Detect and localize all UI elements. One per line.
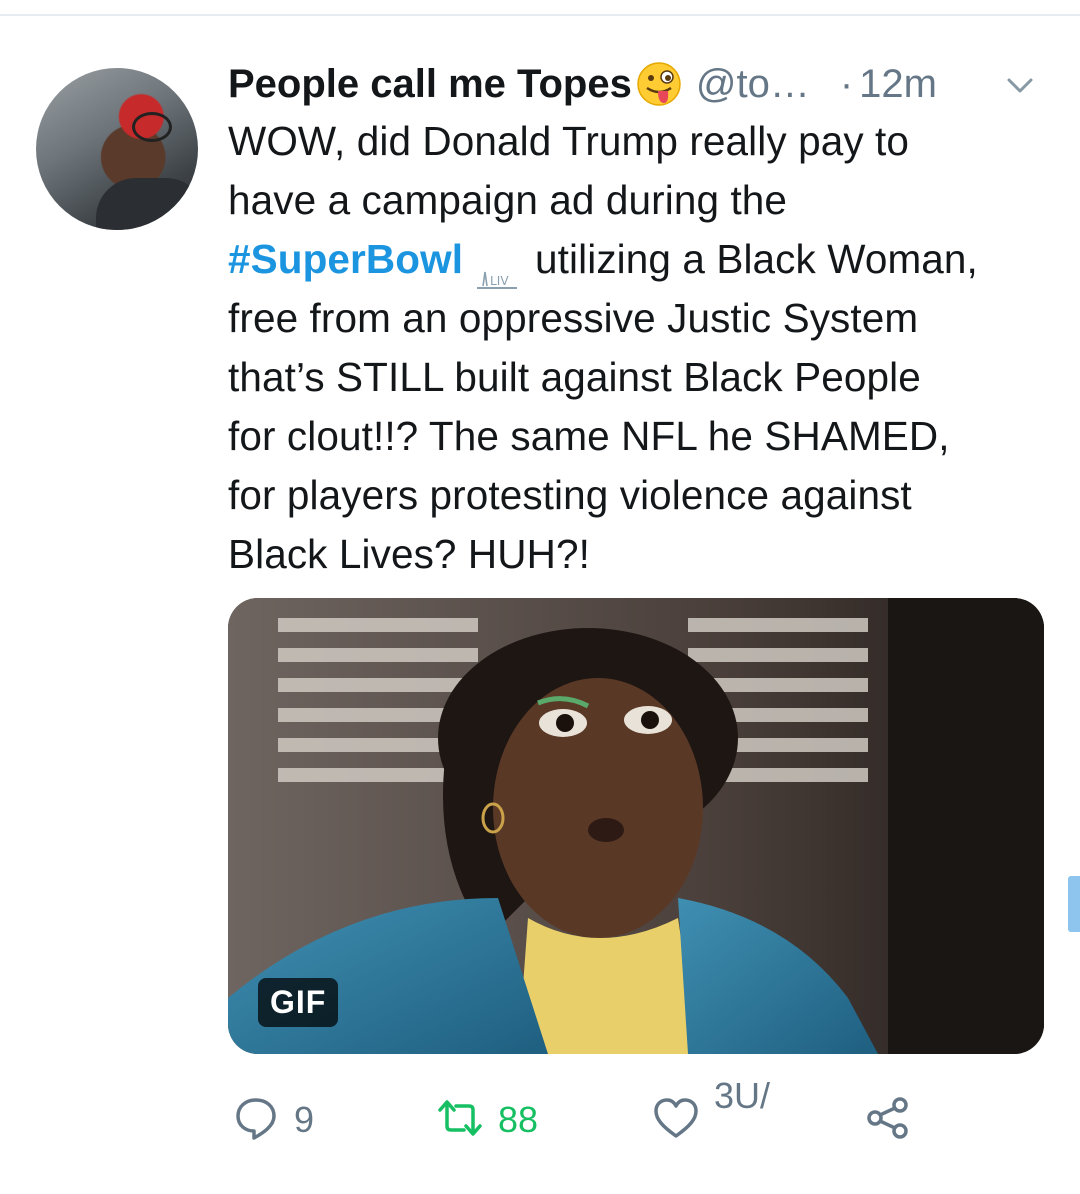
retweet-icon [436,1094,484,1147]
reply-button[interactable]: 9 [232,1080,314,1160]
tweet-text-line: for players protesting violence against [228,472,912,518]
scrollbar[interactable] [1068,876,1080,932]
super-bowl-logo-icon: LIV [473,249,521,290]
reply-icon [232,1094,280,1147]
tweet-text-fragment: utilizing a Black Woman, [535,236,978,282]
hashtag-link[interactable]: #SuperBowl [228,236,463,282]
avatar[interactable] [36,68,198,230]
tweet-timestamp[interactable]: 12m [859,62,937,107]
share-icon [864,1094,912,1147]
separator-dot: · [839,61,854,106]
like-icon [652,1094,700,1147]
super-bowl-logo-text: LIV [490,274,509,288]
gif-badge: GIF [258,978,339,1027]
retweet-button[interactable]: 88 [436,1080,538,1160]
tweet-text-line: for clout!!? The same NFL he SHAMED, [228,413,950,459]
zany-face-emoji-icon [636,61,682,107]
display-name[interactable]: People call me Topes [228,62,632,107]
tweet-actions: 9 88 3U/ [228,1075,1058,1160]
like-count: 3U/ [714,1075,771,1116]
tweet-text-line: that’s STILL built against Black People [228,354,921,400]
chevron-down-icon[interactable] [1002,68,1038,104]
user-handle[interactable]: @to… [696,62,810,107]
reply-count: 9 [294,1099,315,1140]
gif-media[interactable]: GIF [228,598,1044,1054]
like-button[interactable]: 3U/ [652,1075,770,1160]
tweet-text-line: have a campaign ad during the [228,177,788,223]
retweet-count: 88 [498,1099,539,1140]
tweet-text-line: Black Lives? HUH?! [228,531,590,577]
tweet-header: People call me Topes @to… · 12m [228,56,1058,112]
tweet-text-line: free from an oppressive Justic System [228,295,919,341]
tweet-text: WOW, did Donald Trump really pay to have… [228,112,1058,584]
share-button[interactable] [864,1080,912,1160]
gif-frame-image [228,598,1044,1054]
tweet[interactable]: People call me Topes @to… · 12m WOW, did… [0,16,1080,1194]
tweet-text-line: #SuperBowl LIV utilizing a Black Woman, [228,230,1058,290]
tweet-text-line: WOW, did Donald Trump really pay to [228,118,910,164]
